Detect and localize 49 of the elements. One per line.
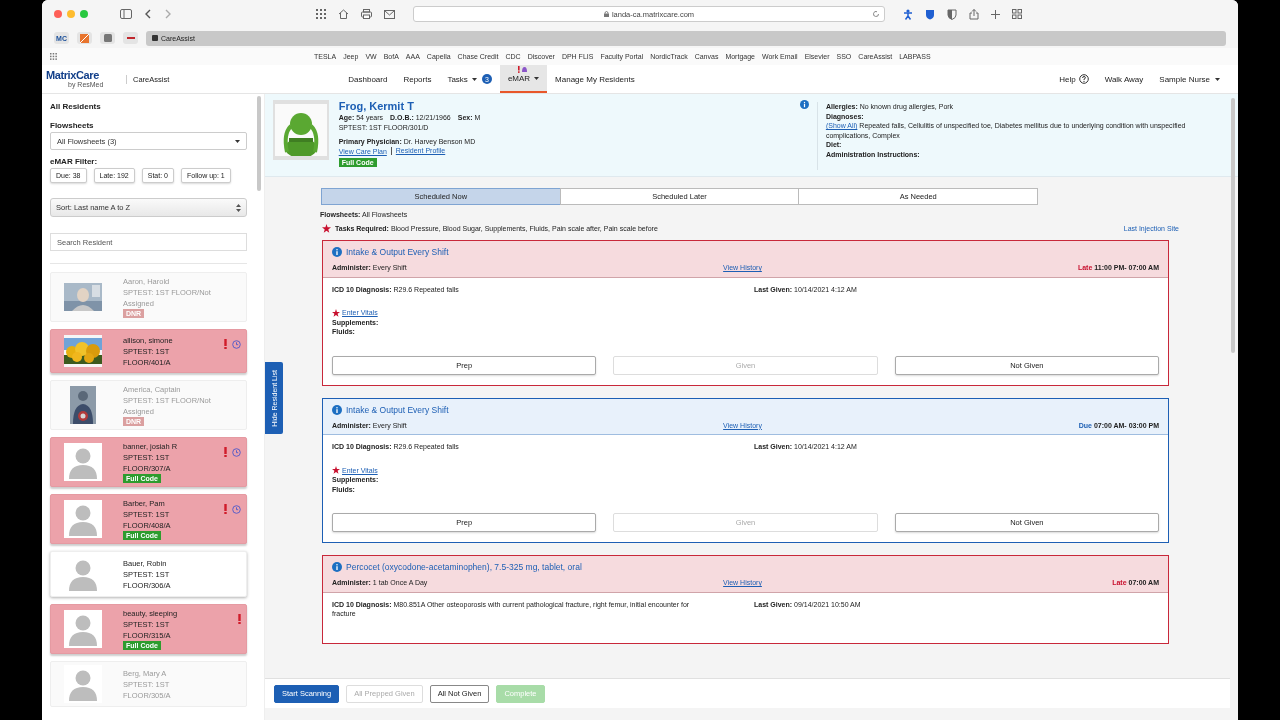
star-icon	[332, 308, 340, 317]
nav-tab[interactable]: eMAR	[499, 65, 548, 93]
home-icon[interactable]	[338, 9, 349, 19]
nav-tab[interactable]: Manage My Residents	[547, 65, 643, 93]
medication-title: Intake & Output Every Shift	[346, 404, 449, 415]
brand-logo[interactable]: MatrixCare	[46, 69, 110, 81]
updown-icon	[236, 203, 241, 212]
mail-icon[interactable]	[384, 9, 395, 19]
walk-away-link[interactable]: Walk Away	[1104, 74, 1144, 84]
pattern-icon	[80, 33, 89, 43]
caret-icon	[235, 139, 240, 143]
printer-icon[interactable]	[361, 9, 372, 19]
back-icon[interactable]	[144, 9, 152, 19]
resident-name: Frog, Kermit T	[338, 100, 415, 113]
info-icon[interactable]	[799, 100, 809, 109]
caret-icon	[1215, 77, 1220, 81]
accessibility-icon[interactable]	[903, 8, 913, 20]
close-button[interactable]	[54, 10, 62, 18]
privacy-icon[interactable]	[947, 8, 957, 20]
nav-tab[interactable]: Dashboard	[340, 65, 396, 93]
info-icon[interactable]	[332, 247, 342, 257]
grid-icon[interactable]	[50, 53, 57, 60]
pinned-tab[interactable]	[77, 32, 92, 44]
nav-tab[interactable]: Reports	[395, 65, 440, 93]
medication-title: Intake & Output Every Shift	[346, 247, 449, 257]
user-menu[interactable]: Sample Nurse	[1159, 74, 1220, 84]
medication-title: Percocet (oxycodone-acetaminophen), 7.5-325 mg, tablet, oral	[346, 562, 582, 572]
help-link[interactable]: Help	[1059, 74, 1089, 84]
help-icon	[1078, 74, 1089, 84]
shield-icon[interactable]	[925, 8, 935, 20]
lock-icon	[603, 11, 609, 17]
share-icon[interactable]	[969, 8, 979, 20]
pinned-tab[interactable]	[100, 32, 115, 44]
grid-icon[interactable]	[316, 9, 326, 19]
tabs-overview-icon[interactable]	[1012, 9, 1022, 19]
star-icon	[322, 223, 331, 233]
field-label: eMAR Filter:	[50, 157, 99, 166]
field-label: Flowsheets	[50, 121, 95, 130]
tab-icon	[152, 35, 158, 41]
bar-icon	[126, 34, 135, 42]
info-icon[interactable]	[332, 562, 342, 572]
sidebar-title: All Residents	[50, 102, 102, 111]
sidebar-icon[interactable]	[120, 9, 132, 19]
square-icon	[103, 34, 112, 42]
plus-icon[interactable]	[991, 9, 1000, 19]
star-icon	[332, 466, 340, 475]
reload-icon	[872, 10, 880, 18]
info-icon[interactable]	[332, 404, 342, 415]
pinned-tab[interactable]	[123, 32, 138, 44]
